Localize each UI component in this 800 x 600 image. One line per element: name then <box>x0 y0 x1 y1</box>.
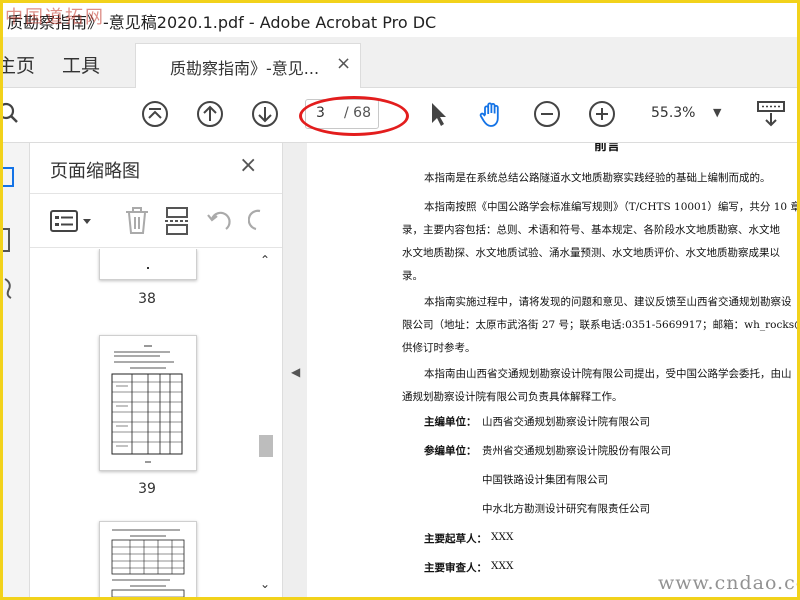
zoom-dropdown[interactable]: 55.3% ▼ <box>643 101 729 127</box>
doc-line: 限公司（地址：太原市武洛街 27 号；联系电话:0351-5669917；邮箱：… <box>402 319 797 331</box>
page-thumbnail[interactable] <box>99 249 197 280</box>
reviewer-value: XXX <box>491 560 514 572</box>
delete-icon[interactable] <box>124 207 150 235</box>
tab-document[interactable]: 质勘察指南》-意见... × <box>135 43 361 89</box>
doc-line: 供修订时参考。 <box>402 342 476 354</box>
tab-close-icon[interactable]: × <box>336 53 351 74</box>
thumbnails-panel: 页面缩略图 × 38 39 ⌃ ⌄ <box>30 143 283 597</box>
zoom-in-icon[interactable] <box>587 99 617 129</box>
divider <box>30 193 282 194</box>
previous-page-icon[interactable] <box>195 99 225 129</box>
chevron-down-icon: ▼ <box>713 106 722 119</box>
watermark-top: 中国道拓网 <box>5 7 105 28</box>
drafter-label: 主要起草人： <box>424 533 487 545</box>
co-editor-value: 中国铁路设计集团有限公司 <box>482 474 608 486</box>
doc-line: 本指南由山西省交通规划勘察设计院有限公司提出，受中国公路学会委托，由山 <box>424 368 792 380</box>
page-thumbnail[interactable] <box>99 521 197 597</box>
scrollbar-thumb[interactable] <box>259 435 273 457</box>
watermark-bottom: www.cndao.com <box>658 572 797 594</box>
doc-line: 录，主要内容包括：总则、术语和符号、基本规定、各阶段水文地质勘察、水文地 <box>402 224 780 236</box>
app-window: 质勘察指南》-意见稿2020.1.pdf - Adobe Acrobat Pro… <box>0 0 800 600</box>
zoom-value: 55.3% <box>651 105 696 121</box>
panel-close-icon[interactable]: × <box>239 153 257 178</box>
tab-bar: 主页 工具 质勘察指南》-意见... × <box>3 37 797 89</box>
drafter-value: XXX <box>491 531 514 543</box>
hand-tool-icon[interactable] <box>477 99 507 129</box>
panel-title: 页面缩略图 <box>50 161 140 182</box>
zoom-out-icon[interactable] <box>532 99 562 129</box>
collapse-panel-handle[interactable]: ◀ <box>283 143 307 597</box>
page-thumbnail[interactable] <box>99 335 197 471</box>
doc-line: 水文地质勘探、水文地质试验、涌水量预测、水文地质评价、水文地质勘察成果以 <box>402 247 780 259</box>
doc-line: 本指南按照《中国公路学会标准编写规则》（T/CHTS 10001）编写，共分 1… <box>424 201 797 213</box>
scroll-mode-icon[interactable] <box>756 99 786 129</box>
editor-label: 主编单位： <box>424 416 477 428</box>
page-number-label: 39 <box>138 481 156 497</box>
attachments-icon[interactable] <box>3 277 19 301</box>
tab-home[interactable]: 主页 <box>3 51 35 78</box>
document-page: 前言 本指南是在系统总结公路隧道水文地质勘察实践经验的基础上编制而成的。 本指南… <box>308 143 797 597</box>
doc-line: 本指南是在系统总结公路隧道水文地质勘察实践经验的基础上编制而成的。 <box>424 172 771 184</box>
left-rail <box>3 143 30 597</box>
next-page-icon[interactable] <box>250 99 280 129</box>
page-thumbnails-icon[interactable] <box>3 165 19 189</box>
tab-document-label: 质勘察指南》-意见... <box>170 59 320 78</box>
title-bar: 质勘察指南》-意见稿2020.1.pdf - Adobe Acrobat Pro… <box>3 3 797 37</box>
co-editor-value: 贵州省交通规划勘察设计院股份有限公司 <box>482 445 671 457</box>
doc-line: 本指南实施过程中，请将发现的问题和意见、建议反馈至山西省交通规划勘察设 <box>424 296 792 308</box>
doc-line: 录。 <box>402 270 423 282</box>
collapse-arrow-icon[interactable]: ◀ <box>291 365 300 379</box>
doc-heading: 前言 <box>594 143 621 154</box>
first-page-icon[interactable] <box>140 99 170 129</box>
page-number-highlight <box>299 96 409 136</box>
insert-pages-icon[interactable] <box>164 207 190 235</box>
panel-toolbar <box>30 199 282 239</box>
editor-value: 山西省交通规划勘察设计院有限公司 <box>482 416 650 428</box>
search-icon[interactable] <box>3 99 27 129</box>
co-editor-label: 参编单位： <box>424 445 477 457</box>
co-editor-value: 中水北方勘测设计研究有限责任公司 <box>482 503 650 515</box>
divider <box>30 247 282 248</box>
rotate-right-icon[interactable] <box>248 207 270 235</box>
options-menu-icon[interactable] <box>50 209 94 233</box>
reviewer-label: 主要审查人： <box>424 562 487 574</box>
scroll-up-icon[interactable]: ⌃ <box>260 253 270 267</box>
bookmarks-icon[interactable] <box>3 227 19 255</box>
scroll-down-icon[interactable]: ⌄ <box>260 577 270 591</box>
page-number-label: 38 <box>138 291 156 307</box>
rotate-left-icon[interactable] <box>206 207 232 235</box>
thumbnail-list: 38 39 <box>30 249 256 597</box>
doc-line: 通规划勘察设计院有限公司负责具体解释工作。 <box>402 391 623 403</box>
thumbnail-scrollbar[interactable]: ⌃ ⌄ <box>256 251 276 597</box>
select-cursor-icon[interactable] <box>423 99 453 129</box>
tab-tools[interactable]: 工具 <box>62 51 100 78</box>
